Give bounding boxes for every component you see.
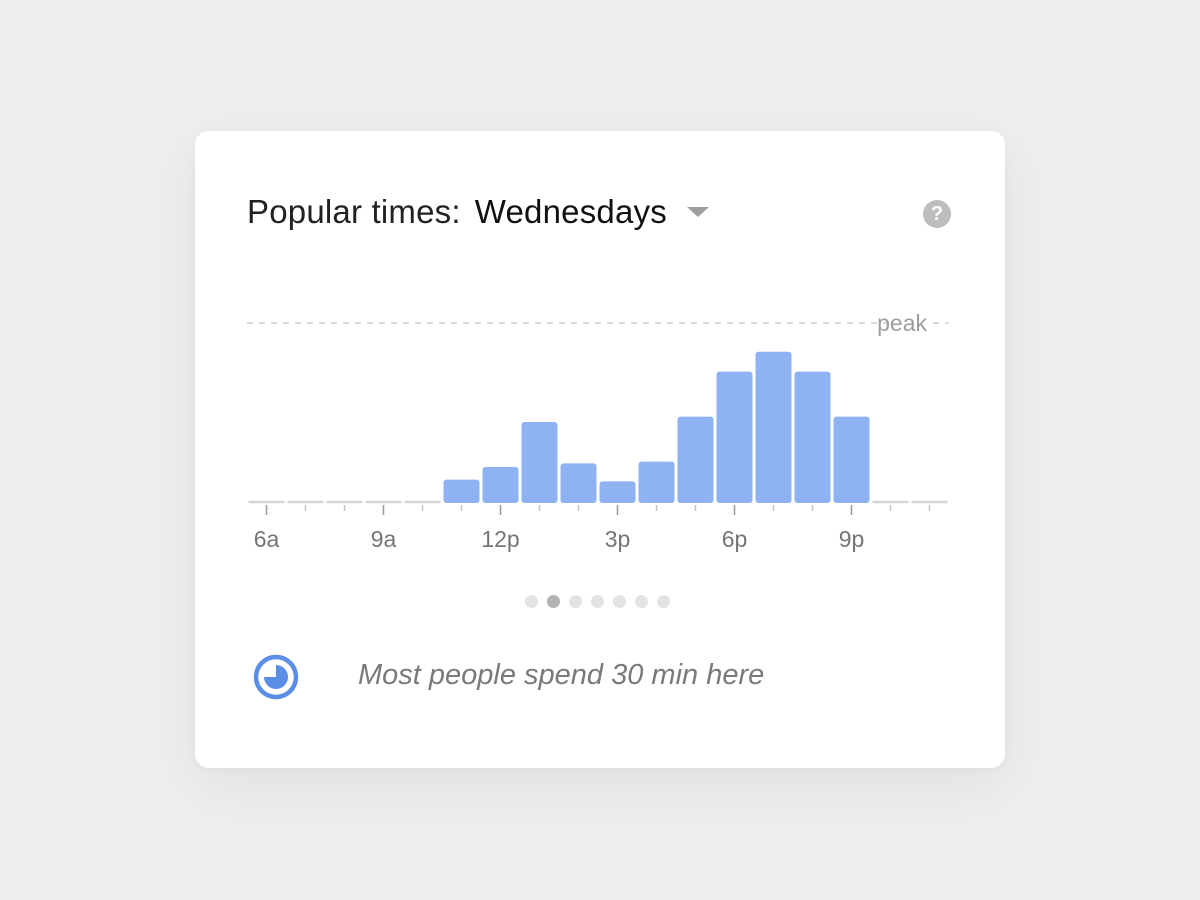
hour-bar-16[interactable] [638,461,675,503]
popular-times-chart: peak 6a 9a 12p 3p 6p 9p [247,310,949,552]
pager-dot-5[interactable] [613,595,626,608]
hour-bar-19[interactable] [755,351,792,503]
popular-times-card: Popular times: Wednesdays ? peak 6a 9a 12p 3… [195,131,1005,768]
hour-bar-20[interactable] [794,371,831,503]
tick-label-3p: 3p [605,526,631,552]
visit-duration-text: Most people spend 30 min here [358,659,765,691]
day-pager [525,595,670,608]
peak-label: peak [877,310,927,336]
pager-dot-7[interactable] [657,595,670,608]
tick-label-6p: 6p [722,526,748,552]
hour-bar-12[interactable] [482,467,519,503]
hour-bar-14[interactable] [560,463,597,503]
hour-bar-21[interactable] [833,416,870,503]
pager-dot-3[interactable] [569,595,582,608]
pager-dot-2[interactable] [547,595,560,608]
tick-label-6a: 6a [254,526,280,552]
hour-bar-15[interactable] [599,481,636,503]
tick-label-9p: 9p [839,526,865,552]
bars-layer [248,351,948,504]
hour-bar-11[interactable] [443,479,480,503]
clock-icon [253,654,299,700]
tick-label-12p: 12p [481,526,519,552]
pager-dot-6[interactable] [635,595,648,608]
pager-dot-4[interactable] [591,595,604,608]
hour-bar-17[interactable] [677,416,714,503]
pager-dot-1[interactable] [525,595,538,608]
tick-label-9a: 9a [371,526,397,552]
hour-bar-18[interactable] [716,371,753,503]
hour-bar-13[interactable] [521,422,558,503]
